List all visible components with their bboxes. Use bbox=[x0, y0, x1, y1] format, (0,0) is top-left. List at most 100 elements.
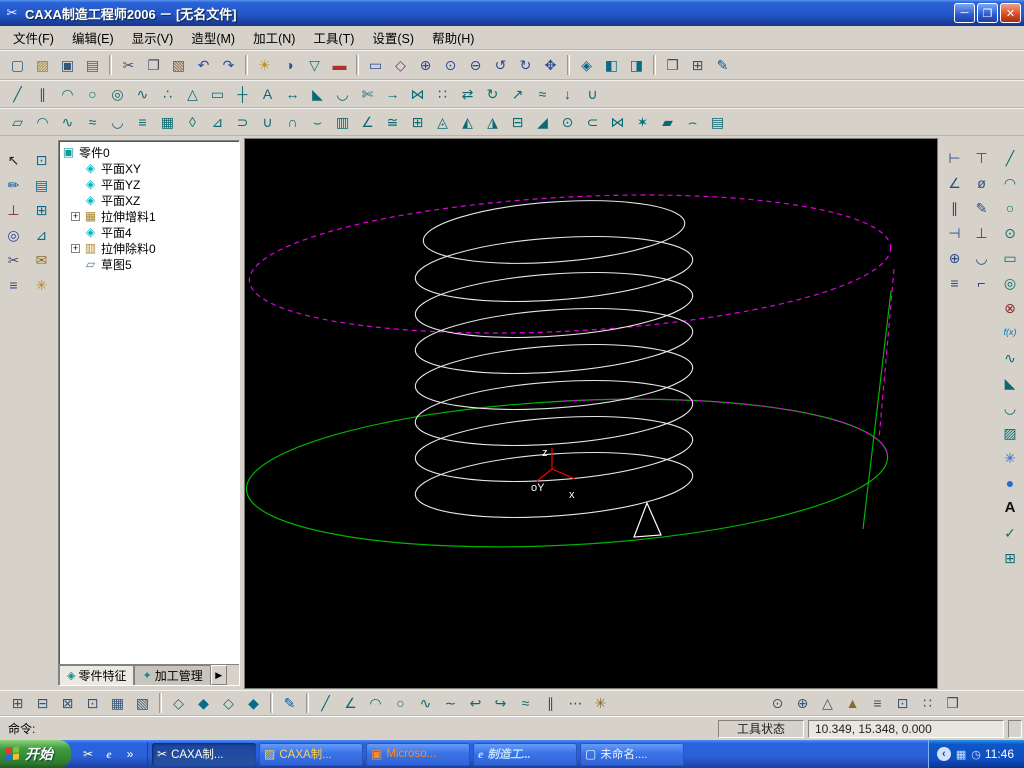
undo-icon[interactable]: ↶ bbox=[192, 54, 215, 77]
boundary-surface-icon[interactable]: ◡ bbox=[106, 111, 129, 134]
toolbar-icon[interactable] bbox=[270, 693, 273, 713]
tree-item-plane-yz[interactable]: ◈ 平面YZ bbox=[71, 176, 237, 192]
dim-align-icon[interactable]: ∥ bbox=[943, 196, 966, 219]
render-mode-icon[interactable]: ☀ bbox=[253, 54, 276, 77]
sk-angle-icon[interactable]: ∠ bbox=[339, 692, 362, 715]
dim-edit-icon[interactable]: ✎ bbox=[970, 196, 993, 219]
tree-expander-icon[interactable]: + bbox=[71, 243, 80, 253]
rotate-cw-icon[interactable]: ↻ bbox=[514, 54, 537, 77]
mesh-surface-icon[interactable]: ▦ bbox=[156, 111, 179, 134]
target-icon[interactable]: ⊕ bbox=[791, 692, 814, 715]
sk-line-icon[interactable]: ╱ bbox=[314, 692, 337, 715]
mail-icon[interactable]: ✉ bbox=[30, 248, 53, 271]
plane-yz-icon[interactable]: ◆ bbox=[192, 692, 215, 715]
menu-tools[interactable]: 工具(T) bbox=[304, 25, 363, 50]
line-tool-icon[interactable]: ╱ bbox=[999, 146, 1022, 169]
3d-viewport[interactable]: z oY x bbox=[244, 138, 938, 689]
menu-model[interactable]: 造型(M) bbox=[182, 25, 244, 50]
revolved-surface-icon[interactable]: ◠ bbox=[31, 111, 54, 134]
stitch-surface-icon[interactable]: ∪ bbox=[256, 111, 279, 134]
chamfer-tool-icon[interactable]: ◣ bbox=[999, 371, 1022, 394]
select-icon[interactable]: ↖ bbox=[2, 148, 25, 171]
menu-help[interactable]: 帮助(H) bbox=[423, 25, 483, 50]
quicklaunch-ie-icon[interactable]: e bbox=[100, 744, 118, 764]
circle-icon[interactable]: ○ bbox=[81, 83, 104, 106]
line-icon[interactable]: ╱ bbox=[6, 83, 29, 106]
split-icon[interactable]: ⌢ bbox=[681, 111, 704, 134]
mirror-icon[interactable]: ⋈ bbox=[406, 83, 429, 106]
copy-icon[interactable]: ❐ bbox=[142, 54, 165, 77]
open-icon[interactable]: ▨ bbox=[31, 54, 54, 77]
list-icon[interactable]: ≡ bbox=[866, 692, 889, 715]
task-ie-page[interactable]: e 制造工... bbox=[473, 742, 577, 766]
spline-icon[interactable]: ∿ bbox=[131, 83, 154, 106]
revolve-solid-icon[interactable]: ◬ bbox=[431, 111, 454, 134]
draw-curve-icon[interactable]: ✏ bbox=[2, 173, 25, 196]
spray-icon[interactable]: ✳ bbox=[999, 446, 1022, 469]
patch-surface-icon[interactable]: ◊ bbox=[181, 111, 204, 134]
thicken-icon[interactable]: ▰ bbox=[656, 111, 679, 134]
swept-surface-icon[interactable]: ∿ bbox=[56, 111, 79, 134]
view-front-icon[interactable]: ⊞ bbox=[6, 692, 29, 715]
ellipse-tool-icon[interactable]: ◎ bbox=[999, 271, 1022, 294]
droplet-icon[interactable]: ● bbox=[999, 471, 1022, 494]
dim-horizontal-icon[interactable]: ⊢ bbox=[943, 146, 966, 169]
project-icon[interactable]: ↓ bbox=[556, 83, 579, 106]
fillet-tool-icon[interactable]: ◡ bbox=[999, 396, 1022, 419]
hole-axis-icon[interactable]: ⊙ bbox=[766, 692, 789, 715]
pan-icon[interactable]: ✥ bbox=[539, 54, 562, 77]
view-back-icon[interactable]: ⊟ bbox=[31, 692, 54, 715]
view-iso-icon[interactable]: ▧ bbox=[131, 692, 154, 715]
ellipse-icon[interactable]: ◎ bbox=[106, 83, 129, 106]
top-view-icon[interactable]: ◨ bbox=[625, 54, 648, 77]
tab-part-features[interactable]: ◈ 零件特征 bbox=[59, 665, 135, 685]
constrain-fix-icon[interactable]: ⊕ bbox=[943, 246, 966, 269]
tree-item-plane4[interactable]: ◈ 平面4 bbox=[71, 224, 237, 240]
constrain-parallel-icon[interactable]: ≡ bbox=[943, 271, 966, 294]
tree-item-part0[interactable]: ▣ 零件0 bbox=[61, 144, 237, 160]
grid-icon[interactable]: ⊞ bbox=[30, 198, 53, 221]
menu-file[interactable]: 文件(F) bbox=[4, 25, 63, 50]
ruled-surface-icon[interactable]: ▱ bbox=[6, 111, 29, 134]
hatch-icon[interactable]: ▨ bbox=[999, 421, 1022, 444]
sk-hook-left-icon[interactable]: ↩ bbox=[464, 692, 487, 715]
coord-system-icon[interactable]: ⊥ bbox=[2, 198, 25, 221]
fillet-surface-icon[interactable]: ∩ bbox=[281, 111, 304, 134]
blend-surface-icon[interactable]: ⌣ bbox=[306, 111, 329, 134]
shell-icon[interactable]: ⊟ bbox=[506, 111, 529, 134]
circle-tool-icon[interactable]: ○ bbox=[999, 196, 1022, 219]
zoom-in-icon[interactable]: ⊕ bbox=[414, 54, 437, 77]
tile-window-icon[interactable]: ⊞ bbox=[686, 54, 709, 77]
curve-mesh-icon[interactable]: ▤ bbox=[706, 111, 729, 134]
plane-xy-icon[interactable]: ◇ bbox=[167, 692, 190, 715]
toolbar-icon[interactable] bbox=[614, 692, 764, 715]
rotate-icon[interactable]: ↻ bbox=[481, 83, 504, 106]
paste-icon[interactable]: ▧ bbox=[167, 54, 190, 77]
color-palette-icon[interactable]: ▬ bbox=[328, 54, 351, 77]
compare-surface-icon[interactable]: ≅ bbox=[381, 111, 404, 134]
feature-list-icon[interactable]: ▤ bbox=[30, 173, 53, 196]
save-icon[interactable]: ▣ bbox=[56, 54, 79, 77]
new-icon[interactable]: ▢ bbox=[6, 54, 29, 77]
spline-tool-icon[interactable]: ∿ bbox=[999, 346, 1022, 369]
sk-dots-icon[interactable]: ⋯ bbox=[564, 692, 587, 715]
lofted-surface-icon[interactable]: ≈ bbox=[81, 111, 104, 134]
layer-icon[interactable]: ≡ bbox=[2, 273, 25, 296]
extend-icon[interactable]: → bbox=[381, 83, 404, 106]
scissors-icon[interactable]: ✂ bbox=[2, 248, 25, 271]
tree-item-sketch5[interactable]: ▱ 草图5 bbox=[71, 256, 237, 272]
snap-icon[interactable]: ◎ bbox=[2, 223, 25, 246]
filter-icon[interactable]: ▽ bbox=[303, 54, 326, 77]
formula-curve-icon[interactable]: f(x) bbox=[999, 321, 1022, 344]
rectangle-icon[interactable]: ▭ bbox=[206, 83, 229, 106]
tab-machining[interactable]: ✦ 加工管理 bbox=[134, 665, 211, 685]
dim-angle-icon[interactable]: ∠ bbox=[943, 171, 966, 194]
constrain-tangent-icon[interactable]: ◡ bbox=[970, 246, 993, 269]
new-window-icon[interactable]: ❒ bbox=[661, 54, 684, 77]
parallel-line-icon[interactable]: ∥ bbox=[31, 83, 54, 106]
offset-icon[interactable]: ≈ bbox=[531, 83, 554, 106]
window-cascade-icon[interactable]: ❒ bbox=[941, 692, 964, 715]
loft-solid-icon[interactable]: ◮ bbox=[481, 111, 504, 134]
extend-surface-icon[interactable]: ⊃ bbox=[231, 111, 254, 134]
dimension-icon[interactable]: ↔ bbox=[281, 83, 304, 106]
